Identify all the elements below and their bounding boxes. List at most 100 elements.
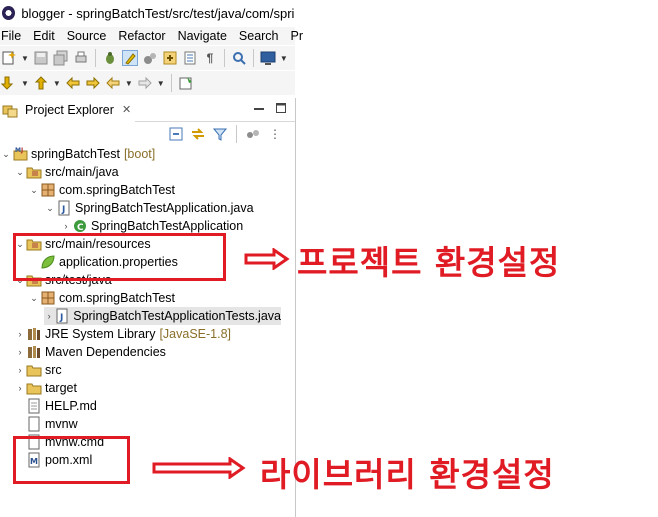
svg-text:J: J [59, 313, 63, 323]
java-file-icon: J [56, 200, 72, 216]
view-title: Project Explorer [25, 102, 114, 117]
run-icon[interactable] [142, 50, 158, 66]
tree-label: Maven Dependencies [45, 345, 166, 359]
save-all-icon[interactable] [53, 50, 69, 66]
next-annotation-icon[interactable] [1, 75, 17, 91]
tree-item-package-main[interactable]: ⌄ com.springBatchTest [28, 181, 175, 199]
arrow-right-icon [244, 248, 290, 270]
tree-decoration: [JavaSE-1.8] [159, 327, 232, 341]
toolbar-separator [170, 74, 172, 92]
package-icon [40, 290, 56, 306]
menu-navigate[interactable]: Navigate [172, 29, 233, 43]
library-icon [26, 326, 42, 342]
chevron-right-icon[interactable]: › [14, 365, 26, 375]
filter-icon[interactable] [212, 126, 228, 142]
svg-text:J: J [61, 205, 65, 215]
tree-label: SpringBatchTestApplication [91, 219, 244, 233]
package-icon [40, 182, 56, 198]
tree-label: target [45, 381, 77, 395]
resources-annotation: 프로젝트 환경설정 [297, 243, 561, 282]
tree-item-package-test[interactable]: ⌄ com.springBatchTest [28, 289, 175, 307]
last-edit-location-icon[interactable] [65, 75, 81, 91]
toolbar-separator [94, 49, 96, 67]
chevron-right-icon[interactable]: › [14, 347, 26, 357]
chevron-down-icon[interactable]: ▼ [53, 79, 61, 88]
folder-icon [26, 362, 42, 378]
view-menu-icon[interactable] [245, 126, 261, 142]
source-folder-icon [26, 164, 42, 180]
previous-annotation-icon[interactable] [33, 75, 49, 91]
tree-label: mvnw [45, 417, 78, 431]
menu-source[interactable]: Source [61, 29, 113, 43]
tree-label: HELP.md [45, 399, 97, 413]
collapse-all-icon[interactable] [168, 126, 184, 142]
menu-project[interactable]: Pr [285, 29, 310, 43]
open-type-icon[interactable] [162, 50, 178, 66]
toolbar-separator [252, 49, 254, 67]
tree-item-app-java[interactable]: ⌄ J SpringBatchTestApplication.java [44, 199, 254, 217]
forward-edit-icon[interactable] [85, 75, 101, 91]
resources-highlight-box [13, 233, 226, 281]
main-toolbar: ▼ ¶ ▼ [0, 46, 295, 70]
link-with-editor-icon[interactable] [190, 126, 206, 142]
minimize-icon[interactable] [253, 102, 265, 117]
tree-item-maven-dependencies[interactable]: › Maven Dependencies [14, 343, 166, 361]
tree-label: src/main/java [45, 165, 119, 179]
tree-item-jre-library[interactable]: › JRE System Library [JavaSE-1.8] [14, 325, 232, 343]
tree-item-src-main-java[interactable]: ⌄ src/main/java [14, 163, 119, 181]
forward-icon[interactable] [137, 75, 153, 91]
menu-refactor[interactable]: Refactor [112, 29, 171, 43]
tree-item-help-md[interactable]: HELP.md [14, 397, 97, 415]
window-titlebar: blogger - springBatchTest/src/test/java/… [0, 0, 295, 26]
pilcrow-icon[interactable]: ¶ [202, 50, 218, 66]
chevron-down-icon[interactable]: ▼ [157, 79, 165, 88]
chevron-down-icon[interactable]: ⌄ [44, 203, 56, 214]
console-icon[interactable] [260, 50, 276, 66]
new-icon[interactable] [1, 50, 17, 66]
chevron-down-icon[interactable]: ▼ [21, 79, 29, 88]
tree-label: com.springBatchTest [59, 183, 176, 197]
chevron-down-icon[interactable]: ⌄ [28, 293, 40, 304]
chevron-down-icon[interactable]: ⌄ [0, 149, 12, 160]
tree-item-src[interactable]: › src [14, 361, 62, 379]
menu-search[interactable]: Search [233, 29, 285, 43]
tree-item-project[interactable]: ⌄ MJ springBatchTest [boot] [0, 145, 155, 163]
tree-item-app-tests-java[interactable]: › J SpringBatchTestApplicationTests.java [44, 307, 281, 325]
menubar: File Edit Source Refactor Navigate Searc… [0, 27, 303, 45]
chevron-down-icon[interactable]: ▼ [21, 54, 29, 63]
chevron-down-icon[interactable]: ▼ [280, 54, 288, 63]
chevron-right-icon[interactable]: › [14, 383, 26, 393]
more-icon[interactable]: ⋮ [267, 126, 283, 142]
maximize-icon[interactable] [275, 102, 287, 117]
pin-editor-icon[interactable] [178, 75, 194, 91]
save-icon[interactable] [33, 50, 49, 66]
task-icon[interactable] [182, 50, 198, 66]
chevron-right-icon[interactable]: › [44, 311, 54, 321]
tree-item-target[interactable]: › target [14, 379, 77, 397]
java-test-file-icon: J [54, 308, 70, 324]
highlight-icon[interactable] [121, 50, 138, 66]
chevron-right-icon[interactable]: › [60, 221, 72, 231]
search-icon[interactable] [231, 50, 247, 66]
chevron-right-icon[interactable]: › [14, 329, 26, 339]
close-icon[interactable]: ✕ [122, 103, 131, 116]
chevron-down-icon[interactable]: ⌄ [28, 185, 40, 196]
project-explorer-icon [2, 102, 18, 118]
tree-item-mvnw[interactable]: mvnw [14, 415, 78, 433]
tab-project-explorer[interactable]: Project Explorer ✕ [0, 97, 136, 122]
menu-edit[interactable]: Edit [27, 29, 61, 43]
chevron-down-icon[interactable]: ⌄ [14, 167, 26, 178]
tree-label: SpringBatchTestApplicationTests.java [73, 309, 281, 323]
eclipse-icon [2, 6, 16, 20]
toolbar-separator [223, 49, 225, 67]
class-icon: C [72, 218, 88, 234]
project-explorer-header: Project Explorer ✕ [0, 97, 295, 122]
svg-text:C: C [77, 223, 84, 233]
back-icon[interactable] [105, 75, 121, 91]
menu-file[interactable]: File [0, 29, 27, 43]
chevron-down-icon[interactable]: ▼ [125, 79, 133, 88]
tree-decoration: [boot] [123, 147, 156, 161]
print-icon[interactable] [73, 50, 89, 66]
debug-icon[interactable] [102, 50, 118, 66]
maven-project-icon: MJ [12, 146, 28, 162]
